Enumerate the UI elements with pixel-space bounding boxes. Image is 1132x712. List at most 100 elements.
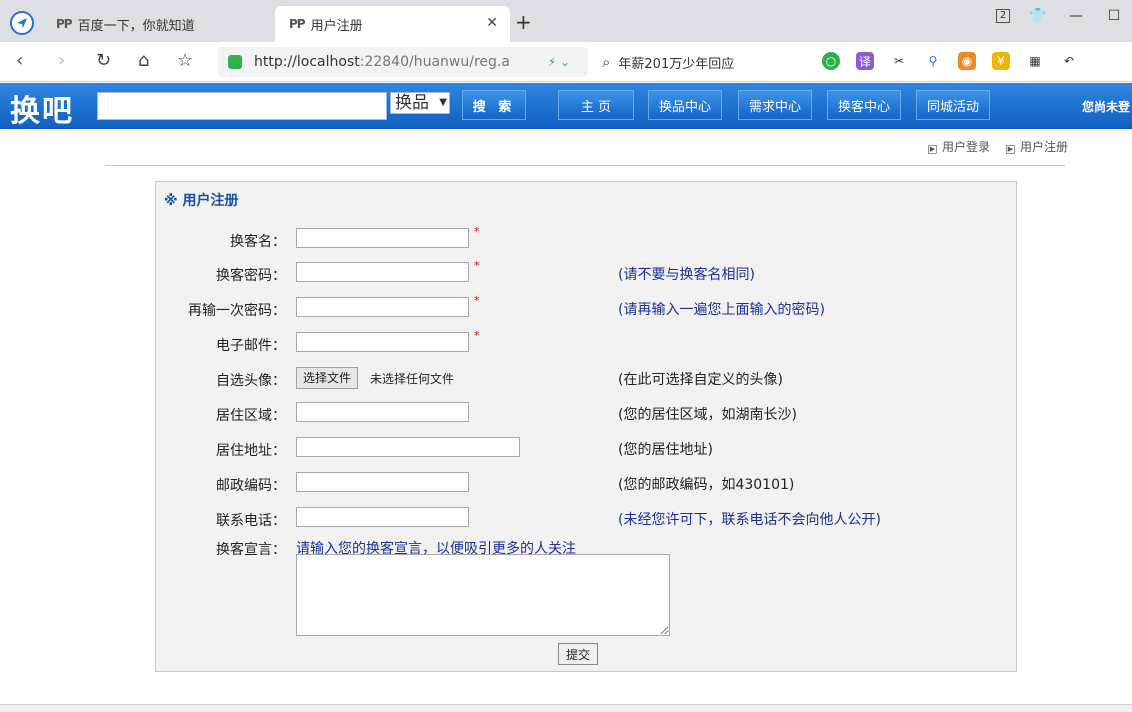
minimize-icon[interactable]: —	[1066, 8, 1086, 24]
site-logo[interactable]: 换吧	[10, 86, 74, 130]
password-input[interactable]	[296, 262, 469, 282]
phone-input[interactable]	[296, 507, 469, 527]
url-path: :22840/huanwu/reg.a	[359, 54, 510, 70]
tab-favicon-icon: PP	[56, 17, 73, 31]
search-icon: ⌕	[602, 53, 611, 71]
window-count-badge[interactable]: 2	[996, 9, 1010, 23]
url-host: http://localhost	[254, 54, 360, 70]
tab-close-icon[interactable]: ✕	[486, 15, 498, 31]
field-label: 换客名：	[230, 234, 286, 250]
bookmark-star-icon[interactable]: ☆	[177, 50, 193, 71]
browser-search-text: 年薪201万少年回应	[618, 56, 735, 72]
field-hint: (您的邮政编码，如430101)	[618, 477, 795, 493]
magnifier-icon[interactable]: ⚲	[924, 52, 942, 70]
row-password: 换客密码： * (请不要与换客名相同)	[156, 259, 1016, 284]
field-label: 自选头像：	[216, 373, 286, 389]
username-input[interactable]	[296, 228, 469, 248]
field-label: 换客宣言：	[216, 542, 286, 558]
submit-button[interactable]: 提交	[558, 643, 598, 665]
browser-address-bar: ‹ › ↻ ⌂ ☆ http://localhost :22840/huanwu…	[0, 42, 1132, 82]
field-label: 居住地址：	[216, 443, 286, 459]
field-hint: (请不要与换客名相同)	[618, 267, 755, 283]
row-email: 电子邮件： *	[156, 329, 1016, 354]
game-icon[interactable]: ◉	[958, 52, 976, 70]
scissors-icon[interactable]: ✂	[890, 52, 908, 70]
tab-register[interactable]: PP 用户注册 ✕	[275, 6, 510, 42]
browser-logo-icon[interactable]	[10, 11, 34, 35]
security-shield-icon	[228, 55, 242, 69]
row-avatar: 自选头像： 选择文件 未选择任何文件 (在此可选择自定义的头像)	[156, 367, 1016, 389]
email-field[interactable]	[296, 332, 469, 352]
field-label: 再输一次密码：	[188, 303, 286, 319]
category-value: 换品	[395, 93, 429, 113]
field-label: 联系电话：	[216, 513, 286, 529]
maximize-icon[interactable]: ☐	[1104, 8, 1124, 24]
nav-demand-center[interactable]: 需求中心	[738, 90, 812, 120]
coin-icon[interactable]: ¥	[992, 52, 1010, 70]
declaration-textarea[interactable]	[296, 554, 670, 636]
tab-title: 百度一下，你就知道	[77, 18, 195, 34]
file-status: 未选择任何文件	[370, 372, 455, 386]
field-hint: (您的居住地址)	[618, 442, 713, 458]
new-tab-icon[interactable]: +	[515, 10, 532, 34]
confirm-password-input[interactable]	[296, 297, 469, 317]
nav-member-center[interactable]: 换客中心	[827, 90, 901, 120]
field-hint: (请再输入一遍您上面输入的密码)	[618, 302, 825, 318]
row-confirm-password: 再输一次密码： * (请再输入一遍您上面输入的密码)	[156, 294, 1016, 319]
user-links: ▶ 用户登录 ▶ 用户注册	[927, 138, 1068, 155]
arrow-right-icon: ▶	[927, 145, 937, 154]
divider	[105, 165, 1065, 166]
chevron-down-icon: ▼	[439, 97, 447, 108]
undo-icon[interactable]: ↶	[1060, 52, 1078, 70]
postcode-input[interactable]	[296, 472, 469, 492]
required-mark: *	[474, 259, 480, 272]
field-hint: (您的居住区域，如湖南长沙)	[618, 407, 797, 423]
forward-icon[interactable]: ›	[58, 50, 65, 71]
field-hint: (在此可选择自定义的头像)	[618, 372, 783, 388]
choose-file-button[interactable]: 选择文件	[296, 367, 359, 389]
page-title: ※ 用户注册	[164, 193, 239, 209]
field-label: 换客密码：	[216, 268, 286, 284]
tab-title: 用户注册	[310, 18, 363, 34]
url-tools-icon[interactable]: ⚡ ⌄	[548, 55, 570, 69]
row-area: 居住区域： (您的居住区域，如湖南长沙)	[156, 402, 1016, 424]
tab-favicon-icon: PP	[289, 17, 306, 31]
required-mark: *	[474, 225, 480, 238]
back-icon[interactable]: ‹	[16, 50, 23, 71]
tab-baidu[interactable]: PP 百度一下，你就知道	[42, 6, 272, 42]
row-address: 居住地址： (您的居住地址)	[156, 437, 1016, 459]
area-input[interactable]	[296, 402, 469, 422]
grid-icon[interactable]: ▦	[1026, 52, 1044, 70]
browser-tab-bar: PP 百度一下，你就知道 PP 用户注册 ✕ + 2 👕 — ☐	[0, 0, 1132, 42]
row-username: 换客名： *	[156, 225, 1016, 250]
category-select[interactable]: 换品 ▼	[390, 92, 450, 114]
arrow-right-icon: ▶	[1005, 145, 1015, 154]
browser-status-bar	[0, 704, 1132, 712]
home-icon[interactable]: ⌂	[138, 50, 149, 71]
url-input[interactable]: http://localhost :22840/huanwu/reg.a ⚡ ⌄	[218, 47, 588, 77]
field-label: 居住区域：	[216, 408, 286, 424]
field-label: 电子邮件：	[216, 338, 286, 354]
required-mark: *	[474, 329, 480, 342]
nav-local-events[interactable]: 同城活动	[916, 90, 990, 120]
row-phone: 联系电话： (未经您许可下，联系电话不会向他人公开)	[156, 507, 1016, 529]
reload-icon[interactable]: ↻	[96, 50, 111, 71]
nav-goods-center[interactable]: 换品中心	[648, 90, 722, 120]
address-input[interactable]	[296, 437, 520, 457]
required-mark: *	[474, 294, 480, 307]
registration-panel: ※ 用户注册 换客名： * 换客密码： * (请不要与换客名相同) 再输一次密码…	[155, 181, 1017, 672]
field-label: 邮政编码：	[216, 478, 286, 494]
user-status: 您尚未登	[1082, 100, 1131, 114]
site-search-input[interactable]	[97, 92, 387, 120]
nav-home[interactable]: 主 页	[558, 90, 634, 120]
site-header: 换吧 换品 ▼ 搜 索 主 页 换品中心 需求中心 换客中心 同城活动 您尚未登	[0, 83, 1132, 129]
field-hint: (未经您许可下，联系电话不会向他人公开)	[618, 512, 881, 528]
site-search-button[interactable]: 搜 索	[462, 90, 526, 120]
extension-green-icon[interactable]: ○	[822, 52, 840, 70]
login-link[interactable]: ▶ 用户登录	[927, 138, 990, 155]
row-postcode: 邮政编码： (您的邮政编码，如430101)	[156, 472, 1016, 494]
register-link[interactable]: ▶ 用户注册	[1005, 138, 1068, 155]
browser-search-box[interactable]: ⌕ 年薪201万少年回应	[602, 47, 812, 77]
skin-icon[interactable]: 👕	[1028, 8, 1048, 24]
translate-icon[interactable]: 译	[856, 52, 874, 70]
